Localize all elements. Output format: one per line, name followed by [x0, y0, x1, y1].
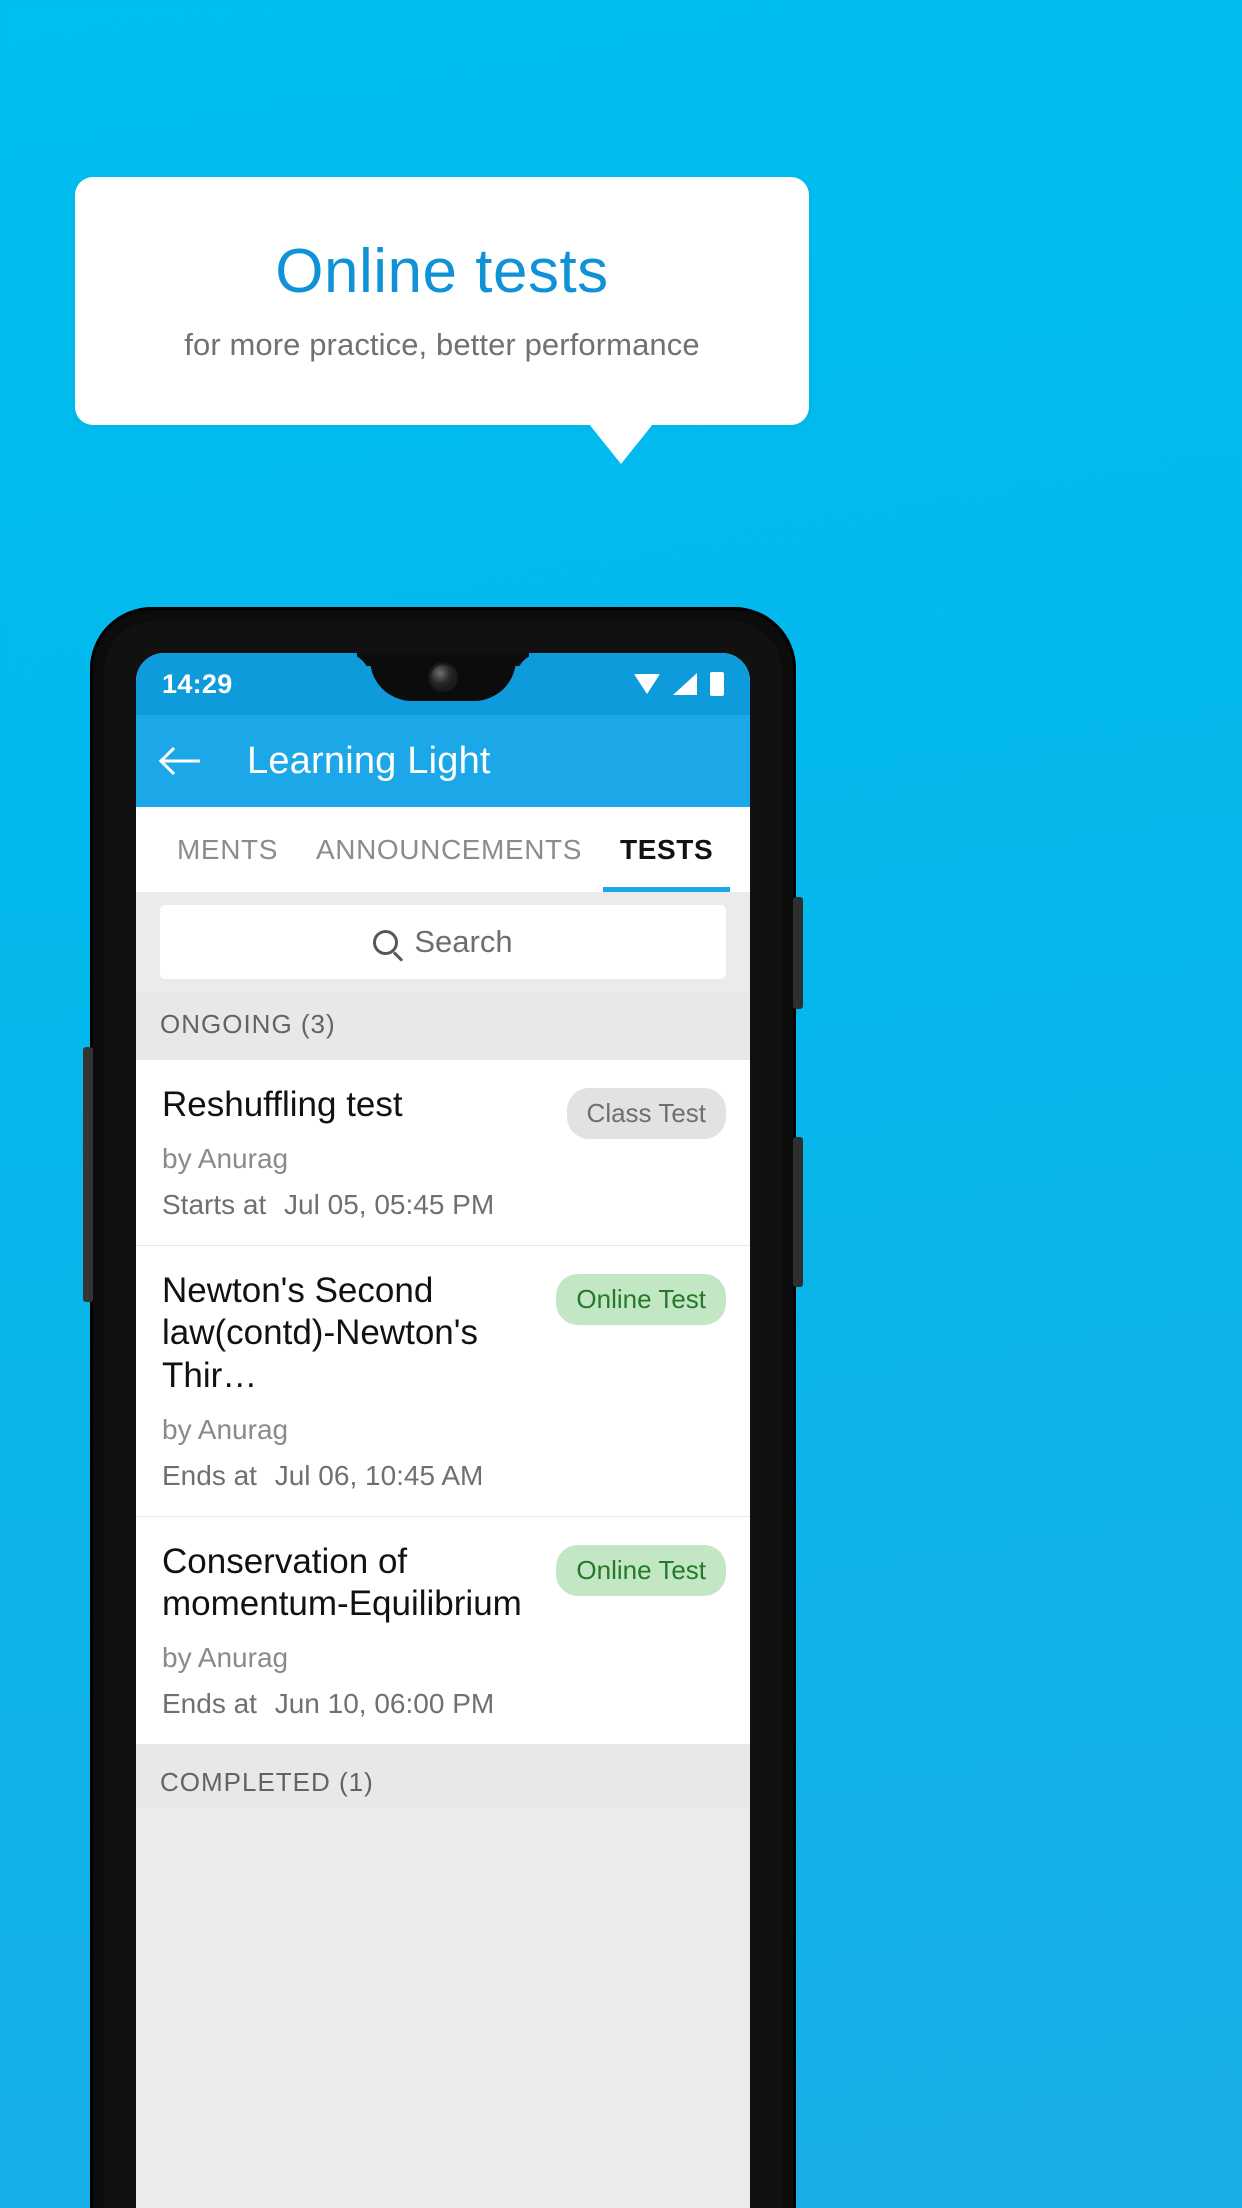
app-bar: Learning Light	[136, 715, 750, 807]
status-badge: Online Test	[556, 1544, 726, 1596]
search-container: Search	[136, 892, 750, 993]
test-item-details: Conservation of momentum-Equilibrium by …	[162, 1541, 542, 1720]
back-arrow-icon[interactable]	[162, 744, 204, 778]
phone-device-frame: 14:29 Learning Light MENTS ANNOUNCEMENTS	[83, 607, 803, 2208]
test-item-details: Newton's Second law(contd)-Newton's Thir…	[162, 1270, 542, 1492]
phone-screen: 14:29 Learning Light MENTS ANNOUNCEMENTS	[136, 653, 750, 2208]
test-time-label: Ends at	[162, 1459, 257, 1491]
status-badge: Class Test	[566, 1088, 726, 1139]
test-author: by Anurag	[162, 1413, 289, 1445]
promo-card: Online tests for more practice, better p…	[75, 177, 809, 425]
status-badge: Online Test	[556, 1273, 726, 1325]
test-time-value: Jul 06, 10:45 AM	[274, 1459, 484, 1491]
front-camera-icon	[431, 665, 455, 689]
test-time-value: Jun 10, 06:00 PM	[274, 1688, 495, 1720]
test-author: by Anurag	[162, 1642, 289, 1674]
promo-card-tail	[589, 424, 653, 464]
status-bar: 14:29	[136, 653, 750, 715]
phone-side-button-left[interactable]	[83, 1047, 93, 1302]
phone-bezel: 14:29 Learning Light MENTS ANNOUNCEMENTS	[104, 621, 782, 2208]
phone-power-button[interactable]	[793, 897, 803, 1009]
test-time: Ends at Jun 10, 06:00 PM	[162, 1688, 542, 1720]
section-header-completed: COMPLETED (1)	[136, 1745, 750, 1809]
app-bar-title: Learning Light	[247, 739, 491, 782]
table-row[interactable]: Conservation of momentum-Equilibrium by …	[136, 1516, 750, 1746]
promo-title: Online tests	[275, 237, 609, 307]
search-icon	[373, 929, 399, 955]
status-bar-clock: 14:29	[162, 668, 233, 699]
test-time-value: Jul 05, 05:45 PM	[284, 1188, 495, 1220]
wifi-icon	[634, 674, 660, 694]
test-item-details: Reshuffling test by Anurag Starts at Jul…	[162, 1084, 553, 1221]
test-title: Reshuffling test	[162, 1085, 403, 1124]
battery-icon	[710, 672, 724, 696]
status-bar-icons	[634, 672, 724, 696]
test-time-label: Ends at	[162, 1688, 257, 1720]
phone-volume-button[interactable]	[793, 1137, 803, 1287]
search-input[interactable]: Search	[160, 905, 726, 979]
signal-icon	[673, 673, 697, 695]
test-time: Ends at Jul 06, 10:45 AM	[162, 1460, 542, 1492]
tab-ments[interactable]: MENTS	[158, 807, 297, 892]
test-title: Conservation of momentum-Equilibrium	[162, 1541, 522, 1624]
tests-list: Reshuffling test by Anurag Starts at Jul…	[136, 1060, 750, 1746]
tab-tests[interactable]: TESTS	[601, 807, 732, 892]
tab-videos[interactable]: VIDEOS	[732, 807, 750, 892]
search-placeholder: Search	[414, 924, 513, 959]
test-author: by Anurag	[162, 1142, 289, 1174]
test-title: Newton's Second law(contd)-Newton's Thir…	[162, 1270, 478, 1396]
table-row[interactable]: Newton's Second law(contd)-Newton's Thir…	[136, 1245, 750, 1517]
phone-notch	[370, 653, 516, 701]
tab-announcements[interactable]: ANNOUNCEMENTS	[297, 807, 601, 892]
tests-content: Search ONGOING (3) Reshuffling test by A…	[136, 892, 750, 2208]
promo-subtitle: for more practice, better performance	[184, 326, 700, 362]
test-time-label: Starts at	[162, 1188, 267, 1220]
section-header-ongoing: ONGOING (3)	[136, 993, 750, 1060]
table-row[interactable]: Reshuffling test by Anurag Starts at Jul…	[136, 1060, 750, 1246]
test-time: Starts at Jul 05, 05:45 PM	[162, 1189, 553, 1221]
tab-bar: MENTS ANNOUNCEMENTS TESTS VIDEOS	[136, 807, 750, 892]
